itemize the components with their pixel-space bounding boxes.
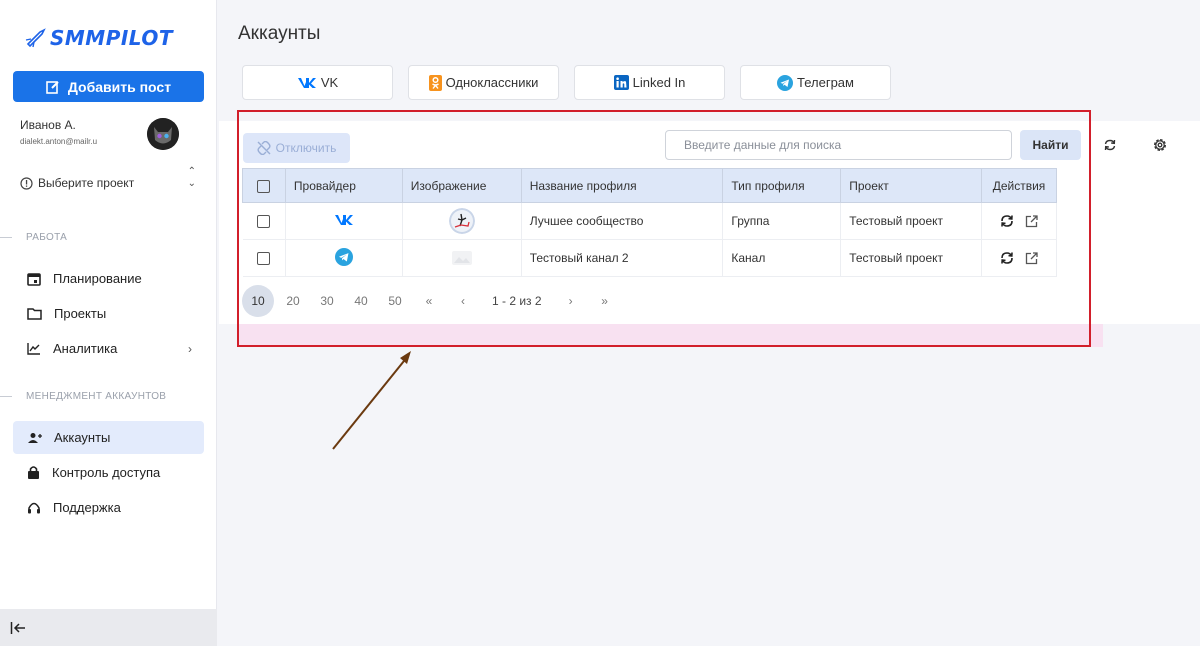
- collapse-sidebar-button[interactable]: [0, 609, 217, 646]
- highlight-box: [237, 110, 1091, 347]
- project-select[interactable]: Выберите проект ⌃ ⌄: [20, 166, 198, 194]
- nav-item-access-control[interactable]: Контроль доступа: [13, 456, 204, 489]
- tab-label: VK: [320, 75, 339, 90]
- folder-icon: [27, 308, 42, 320]
- edit-icon: [46, 80, 59, 94]
- page-title: Аккаунты: [238, 23, 321, 44]
- section-work-label: РАБОТА: [26, 232, 68, 243]
- nav-item-support[interactable]: Поддержка: [13, 491, 204, 524]
- add-user-icon: [28, 432, 42, 443]
- calendar-icon: [27, 272, 41, 286]
- headset-icon: [28, 502, 40, 513]
- lock-icon: [28, 466, 39, 479]
- linkedin-icon: [613, 75, 629, 90]
- section-accounts-label: МЕНЕДЖМЕНТ АККАУНТОВ: [26, 391, 167, 402]
- nav-item-label: Поддержка: [53, 500, 121, 515]
- nav-item-label: Контроль доступа: [52, 465, 161, 480]
- tab-telegram[interactable]: Телеграм: [740, 65, 891, 100]
- nav-item-accounts[interactable]: Аккаунты: [13, 421, 204, 454]
- nav-item-planning[interactable]: Планирование: [13, 262, 204, 295]
- nav-item-analytics[interactable]: Аналитика ›: [13, 332, 204, 365]
- nav-item-label: Аккаунты: [54, 430, 111, 445]
- ok-icon: [428, 74, 442, 91]
- tab-vk[interactable]: VK: [242, 65, 393, 100]
- tab-linkedin[interactable]: Linked In: [574, 65, 725, 100]
- nav-item-projects[interactable]: Проекты: [13, 297, 204, 330]
- tab-ok[interactable]: Одноклассники: [408, 65, 559, 100]
- nav-item-label: Проекты: [54, 306, 107, 321]
- annotation-arrow: [332, 351, 411, 450]
- add-post-button[interactable]: Добавить пост: [13, 71, 204, 102]
- divider: [0, 396, 12, 397]
- rocket-icon: [25, 28, 46, 48]
- nav-item-label: Планирование: [53, 271, 142, 286]
- chart-icon: [27, 343, 40, 355]
- user-name: Иванов А.: [20, 118, 76, 132]
- nav-item-label: Аналитика: [53, 341, 118, 356]
- cat-avatar-icon: [147, 118, 179, 150]
- vk-icon: [297, 77, 316, 88]
- divider: [0, 237, 12, 238]
- chevron-updown-icon: ⌃ ⌄: [187, 166, 196, 189]
- add-post-label: Добавить пост: [67, 78, 172, 95]
- logo-text: SMMPILOT: [50, 26, 173, 50]
- sidebar: SMMPILOT Добавить пост Иванов А. dialekt…: [0, 0, 217, 646]
- logo[interactable]: SMMPILOT: [24, 26, 173, 50]
- tab-label: Linked In: [632, 75, 686, 90]
- info-icon: [20, 176, 33, 190]
- telegram-icon: [777, 74, 794, 91]
- project-select-label: Выберите проект: [38, 176, 135, 190]
- avatar[interactable]: [147, 118, 179, 150]
- tab-label: Одноклассники: [445, 75, 539, 90]
- tab-label: Телеграм: [797, 75, 854, 90]
- chevron-right-icon: ›: [188, 341, 192, 356]
- gear-icon[interactable]: [1151, 136, 1169, 154]
- collapse-left-icon: [10, 621, 25, 634]
- refresh-icon[interactable]: [1101, 136, 1119, 154]
- user-email: dialekt.anton@mailr.u: [20, 137, 98, 146]
